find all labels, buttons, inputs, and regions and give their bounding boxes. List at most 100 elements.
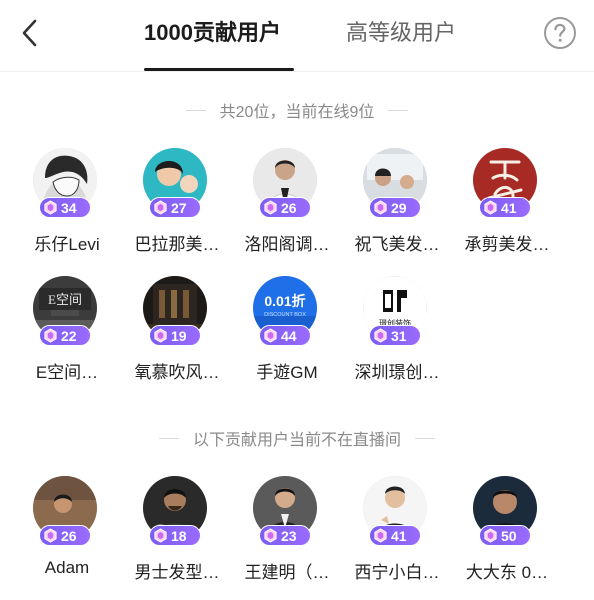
divider-line xyxy=(185,109,206,111)
level-number: 34 xyxy=(61,199,77,216)
user-name: 王建明（… xyxy=(244,563,330,582)
user-name: 承剪美发… xyxy=(464,235,550,254)
level-badge: 26 xyxy=(39,525,91,546)
user-name: 西宁小白… xyxy=(354,563,440,582)
level-number: 22 xyxy=(61,327,77,344)
top-nav-bar: 1000贡献用户 高等级用户 xyxy=(0,0,594,72)
level-badge: 34 xyxy=(39,197,91,218)
avatar-wrapper: 18 xyxy=(143,476,207,546)
avatar-wrapper: 23 xyxy=(253,476,317,546)
user-name: E空间… xyxy=(35,363,99,382)
user-name: 手遊GM xyxy=(256,363,318,382)
avatar-subtext: DISCOUNT BOX xyxy=(264,312,306,318)
user-name: Adam xyxy=(44,558,90,577)
divider-line xyxy=(415,437,435,439)
user-name: 大大东 0… xyxy=(465,563,549,582)
level-badge: 41 xyxy=(479,197,531,218)
avatar-wrapper: 41 xyxy=(473,148,537,218)
offline-heading-text: 以下贡献用户当前不在直播间 xyxy=(192,432,401,449)
divider-line xyxy=(388,109,409,111)
user-card[interactable]: 0.01折 DISCOUNT BOX 44 手遊GM xyxy=(232,276,342,386)
level-gem-icon xyxy=(44,528,57,543)
user-card[interactable]: 璟创装饰 31 深圳璟创… xyxy=(342,276,452,386)
level-badge: 41 xyxy=(369,525,421,546)
user-card[interactable]: 26 Adam xyxy=(12,476,122,586)
level-number: 19 xyxy=(171,327,187,344)
level-gem-icon xyxy=(44,328,57,343)
level-number: 27 xyxy=(171,199,187,216)
level-number: 29 xyxy=(391,199,407,216)
avatar-wrapper: 26 xyxy=(33,476,97,546)
level-number: 41 xyxy=(501,199,517,216)
level-gem-icon xyxy=(154,528,167,543)
tab-contribution-users[interactable]: 1000贡献用户 xyxy=(144,16,281,50)
avatar-wrapper: 璟创装饰 31 xyxy=(363,276,427,346)
user-name: 祝飞美发… xyxy=(354,235,440,254)
user-card[interactable]: 34 乐仔Levi xyxy=(12,148,122,258)
user-name: 深圳璟创… xyxy=(354,363,440,382)
level-badge: 27 xyxy=(149,197,201,218)
back-chevron-icon xyxy=(22,19,37,47)
level-gem-icon xyxy=(154,200,167,215)
svg-text:E空间: E空间 xyxy=(48,292,82,307)
user-name: 男士发型… xyxy=(134,563,220,582)
user-card[interactable]: 18 男士发型… xyxy=(122,476,232,586)
level-gem-icon xyxy=(264,528,277,543)
level-badge: 29 xyxy=(369,197,421,218)
divider-line xyxy=(158,437,179,439)
level-gem-icon xyxy=(374,528,387,543)
back-button[interactable] xyxy=(16,16,44,50)
avatar-wrapper: 41 xyxy=(363,476,427,546)
user-name: 氧慕吹风… xyxy=(134,363,220,382)
user-card[interactable]: 19 氧慕吹风… xyxy=(122,276,232,386)
level-badge: 50 xyxy=(479,525,531,546)
user-card[interactable]: 41 西宁小白… xyxy=(342,476,452,586)
avatar-wrapper: 27 xyxy=(143,148,207,218)
avatar-wrapper: 34 xyxy=(33,148,97,218)
offline-heading: 以下贡献用户当前不在直播间 xyxy=(0,426,594,450)
level-badge: 22 xyxy=(39,325,91,346)
user-name: 洛阳阁调… xyxy=(244,235,330,254)
user-name: 乐仔Levi xyxy=(34,235,100,254)
avatar-wrapper: 29 xyxy=(363,148,427,218)
avatar-wrapper: 19 xyxy=(143,276,207,346)
help-button[interactable] xyxy=(543,16,577,50)
user-card[interactable]: E空间 22 E空间… xyxy=(12,276,122,386)
online-summary-text: 共20位，当前在线9位 xyxy=(219,104,375,121)
avatar-text: 0.01折 xyxy=(264,293,305,309)
online-summary-heading: 共20位，当前在线9位 xyxy=(0,98,594,122)
tab-high-level-users[interactable]: 高等级用户 xyxy=(346,16,456,50)
question-circle-icon xyxy=(544,17,576,49)
level-gem-icon xyxy=(484,200,497,215)
level-number: 44 xyxy=(281,327,297,344)
level-number: 26 xyxy=(61,527,77,544)
level-badge: 44 xyxy=(259,325,311,346)
user-card[interactable]: 50 大大东 0… xyxy=(452,476,562,586)
active-tab-indicator xyxy=(144,68,294,71)
level-number: 31 xyxy=(391,327,407,344)
level-gem-icon xyxy=(264,200,277,215)
avatar-wrapper: 0.01折 DISCOUNT BOX 44 xyxy=(253,276,317,346)
user-card[interactable]: 27 巴拉那美… xyxy=(122,148,232,258)
level-number: 18 xyxy=(171,527,187,544)
level-number: 23 xyxy=(281,527,297,544)
level-gem-icon xyxy=(484,528,497,543)
avatar-wrapper: 26 xyxy=(253,148,317,218)
level-number: 41 xyxy=(391,527,407,544)
avatar-wrapper: 50 xyxy=(473,476,537,546)
level-badge: 18 xyxy=(149,525,201,546)
user-card[interactable]: 41 承剪美发… xyxy=(452,148,562,258)
user-name: 巴拉那美… xyxy=(134,235,220,254)
level-badge: 31 xyxy=(369,325,421,346)
level-gem-icon xyxy=(154,328,167,343)
level-gem-icon xyxy=(374,200,387,215)
user-card[interactable]: 26 洛阳阁调… xyxy=(232,148,342,258)
level-gem-icon xyxy=(374,328,387,343)
level-number: 50 xyxy=(501,527,517,544)
level-badge: 23 xyxy=(259,525,311,546)
level-badge: 19 xyxy=(149,325,201,346)
level-badge: 26 xyxy=(259,197,311,218)
level-gem-icon xyxy=(264,328,277,343)
user-card[interactable]: 23 王建明（… xyxy=(232,476,342,586)
user-card[interactable]: 29 祝飞美发… xyxy=(342,148,452,258)
